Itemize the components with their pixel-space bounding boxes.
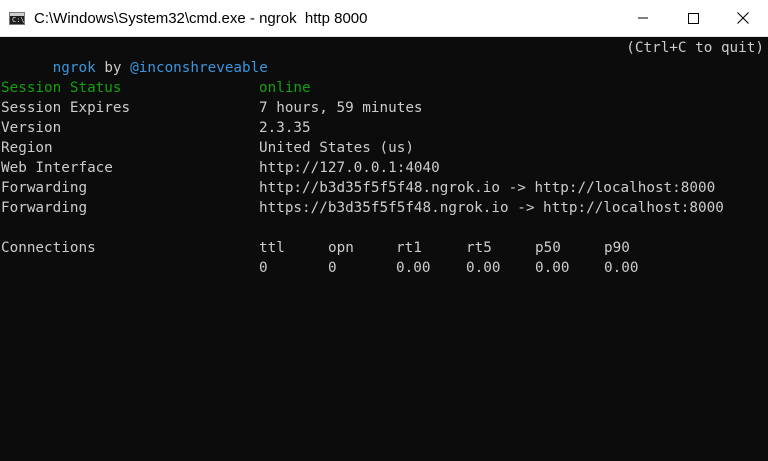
connections-value-p50: 0.00 xyxy=(535,260,570,276)
version-value: 2.3.35 xyxy=(259,120,311,136)
region-value: United States (us) xyxy=(259,140,414,156)
title-bar[interactable]: C:\ C:\Windows\System32\cmd.exe - ngrok … xyxy=(0,0,768,37)
connections-value-p90: 0.00 xyxy=(604,260,639,276)
version-label: Version xyxy=(1,120,62,136)
connections-header-ttl: ttl xyxy=(259,240,285,256)
ngrok-name: ngrok xyxy=(52,60,96,76)
session-expires-value: 7 hours, 59 minutes xyxy=(259,100,423,116)
header-by: by xyxy=(104,60,122,76)
window-controls xyxy=(618,0,768,37)
connections-value-rt1: 0.00 xyxy=(396,260,431,276)
console-header-line: ngrok by @inconshreveable xyxy=(1,38,268,76)
forwarding-label: Forwarding xyxy=(1,180,88,196)
session-status-label: Session Status xyxy=(1,80,122,96)
web-interface-label: Web Interface xyxy=(1,160,113,176)
connections-label: Connections xyxy=(1,240,96,256)
web-interface-value: http://127.0.0.1:4040 xyxy=(259,160,440,176)
connections-value-ttl: 0 xyxy=(259,260,268,276)
console-output[interactable]: ngrok by @inconshreveable (Ctrl+C to qui… xyxy=(0,37,768,461)
close-icon xyxy=(737,12,749,24)
cmd-window: C:\ C:\Windows\System32\cmd.exe - ngrok … xyxy=(0,0,768,461)
header-author: @inconshreveable xyxy=(130,60,268,76)
forwarding-label: Forwarding xyxy=(1,200,88,216)
connections-header-rt1: rt1 xyxy=(396,240,422,256)
connections-value-rt5: 0.00 xyxy=(466,260,501,276)
cmd-icon-glyph: C:\ xyxy=(12,15,25,24)
session-expires-label: Session Expires xyxy=(1,100,131,116)
forwarding-value: https://b3d35f5f5f48.ngrok.io -> http://… xyxy=(259,200,724,216)
connections-header-rt5: rt5 xyxy=(466,240,492,256)
connections-value-opn: 0 xyxy=(328,260,337,276)
maximize-button[interactable] xyxy=(668,0,718,37)
forwarding-value: http://b3d35f5f5f48.ngrok.io -> http://l… xyxy=(259,180,716,196)
maximize-icon xyxy=(687,12,699,24)
window-title: C:\Windows\System32\cmd.exe - ngrok http… xyxy=(34,9,368,27)
session-status-value: online xyxy=(259,80,311,96)
quit-hint: (Ctrl+C to quit) xyxy=(626,40,764,56)
connections-header-p90: p90 xyxy=(604,240,630,256)
cmd-app-icon[interactable]: C:\ xyxy=(9,11,25,25)
connections-header-opn: opn xyxy=(328,240,354,256)
connections-header-p50: p50 xyxy=(535,240,561,256)
minimize-icon xyxy=(638,17,648,19)
minimize-button[interactable] xyxy=(618,0,668,37)
close-button[interactable] xyxy=(718,0,768,37)
region-label: Region xyxy=(1,140,53,156)
